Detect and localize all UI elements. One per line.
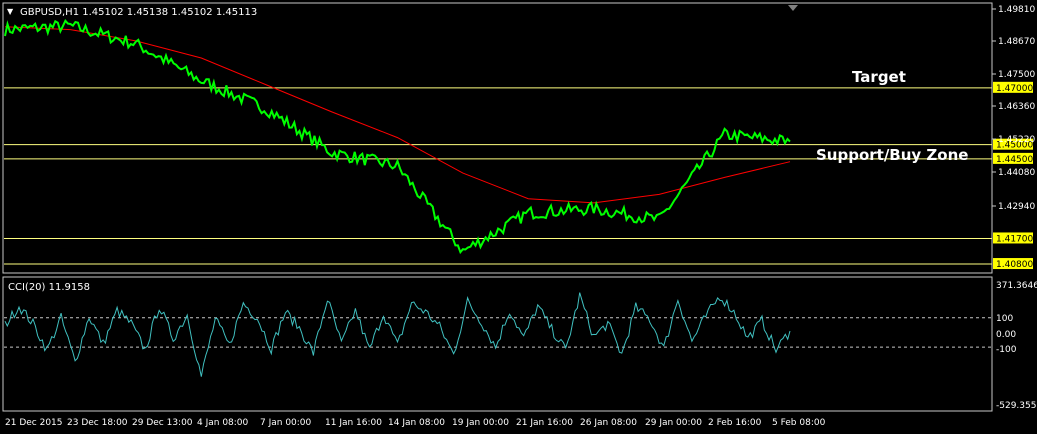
time-label: 2 Feb 16:00 [708, 418, 762, 428]
price-tick: 1.48670 [998, 37, 1035, 47]
price-level-label: 1.47000 [996, 84, 1033, 94]
chart-menu-triangle[interactable]: ▼ [7, 7, 14, 16]
price-tick: 1.44080 [998, 168, 1035, 178]
time-label: 29 Dec 13:00 [132, 418, 193, 428]
price-tick: 1.42940 [998, 202, 1035, 212]
time-label: 5 Feb 08:00 [772, 418, 826, 428]
support-annotation: Support/Buy Zone [816, 146, 968, 164]
time-label: 11 Jan 16:00 [325, 418, 382, 428]
price-tick: 1.47500 [998, 70, 1035, 80]
time-label: 21 Jan 16:00 [516, 418, 573, 428]
cci-title: CCI(20) 11.9158 [8, 282, 90, 293]
cci-axis-label: 100 [996, 314, 1013, 324]
price-tick: 1.46360 [998, 102, 1035, 112]
price-tick: 1.49810 [998, 5, 1035, 15]
time-label: 23 Dec 18:00 [67, 418, 128, 428]
time-label: 26 Jan 08:00 [580, 418, 637, 428]
target-annotation: Target [852, 68, 906, 86]
time-label: 29 Jan 00:00 [645, 418, 702, 428]
time-label: 19 Jan 00:00 [452, 418, 509, 428]
time-label: 4 Jan 08:00 [197, 418, 249, 428]
price-level-label: 1.41700 [996, 234, 1033, 244]
price-tick: 1.45220 [998, 135, 1035, 145]
chart: 1.470001.450001.445001.417001.40800 ▼ GB… [0, 0, 1037, 434]
time-label: 21 Dec 2015 [5, 418, 63, 428]
cci-axis-label: -100 [996, 345, 1017, 355]
price-level-label: 1.40800 [996, 260, 1033, 270]
cci-axis-label: 0.00 [996, 330, 1016, 340]
price-level-label: 1.44500 [996, 155, 1033, 165]
symbol-header: GBPUSD,H1 1.45102 1.45138 1.45102 1.4511… [20, 7, 257, 18]
cci-axis-label: 371.3646 [996, 281, 1037, 291]
time-label: 14 Jan 08:00 [388, 418, 445, 428]
time-label: 7 Jan 00:00 [260, 418, 312, 428]
cci-axis-label: -529.3557 [996, 401, 1037, 411]
